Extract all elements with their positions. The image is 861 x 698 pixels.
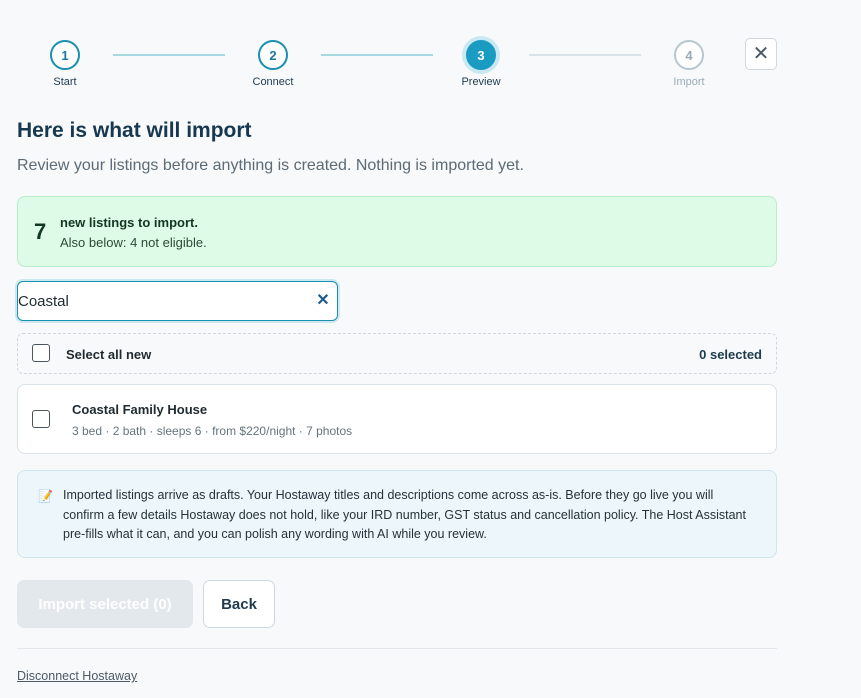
step-label: Preview	[461, 76, 501, 88]
import-selected-button[interactable]: Import selected (0)	[17, 580, 193, 628]
close-icon: ✕	[752, 43, 770, 65]
search-field: ✕	[17, 281, 338, 321]
step-import: 4 Import	[659, 40, 719, 88]
step-connector	[529, 54, 641, 56]
summary-detail: Also below: 4 not eligible.	[60, 235, 207, 250]
listing-checkbox[interactable]	[32, 410, 50, 428]
step-label: Import	[673, 76, 705, 88]
summary-headline: new listings to import.	[60, 215, 198, 230]
close-button[interactable]: ✕	[745, 38, 777, 70]
clear-icon[interactable]: ✕	[313, 290, 333, 310]
step-number: 1	[50, 40, 80, 70]
import-summary-banner: 7 new listings to import. Also below: 4 …	[17, 196, 777, 267]
footer-divider	[17, 648, 777, 649]
progress-stepper: 1 Start 2 Connect 3 Preview 4 Import ✕	[0, 0, 861, 100]
step-start: 1 Start	[35, 40, 95, 88]
step-label: Start	[53, 76, 77, 88]
memo-icon: 📝	[38, 489, 53, 503]
drafts-info-text: Imported listings arrive as drafts. Your…	[63, 488, 746, 541]
step-label: Connect	[252, 76, 294, 88]
listing-title: Coastal Family House	[72, 402, 208, 417]
step-number: 4	[674, 40, 704, 70]
step-preview: 3 Preview	[451, 40, 511, 88]
page-title: Here is what will import	[17, 119, 252, 142]
selected-count: 0 selected	[699, 347, 762, 362]
new-listings-count: 7	[34, 219, 47, 244]
page-subtitle: Review your listings before anything is …	[17, 157, 524, 174]
step-connect: 2 Connect	[243, 40, 303, 88]
step-number: 2	[258, 40, 288, 70]
listing-meta: 3 bed · 2 bath · sleeps 6 · from $220/ni…	[72, 424, 353, 438]
back-button[interactable]: Back	[203, 580, 275, 628]
step-connector	[113, 54, 225, 56]
step-number: 3	[466, 40, 496, 70]
search-input[interactable]	[18, 291, 308, 311]
step-connector	[321, 54, 433, 56]
select-all-checkbox[interactable]	[32, 344, 50, 362]
select-all-row: Select all new 0 selected	[17, 333, 777, 374]
disconnect-hostaway-link[interactable]: Disconnect Hostaway	[17, 669, 137, 683]
listing-card: Coastal Family House 3 bed · 2 bath · sl…	[17, 384, 777, 454]
select-all-label[interactable]: Select all new	[66, 347, 151, 362]
drafts-info-note: 📝 Imported listings arrive as drafts. Yo…	[17, 470, 777, 558]
